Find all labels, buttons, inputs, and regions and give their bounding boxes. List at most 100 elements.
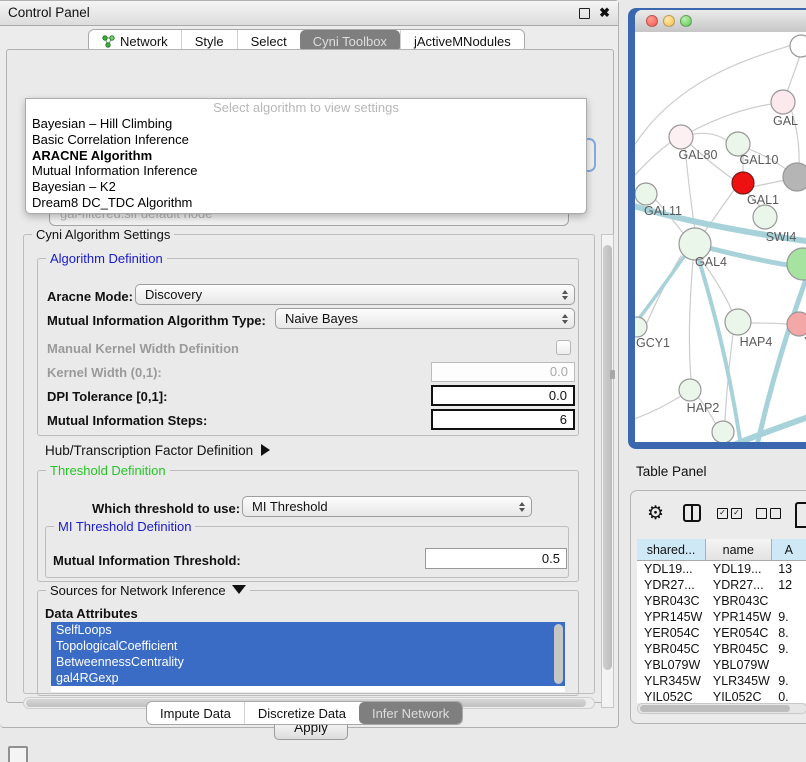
hub-definition-toggle[interactable]: Hub/Transcription Factor Definition	[45, 443, 270, 458]
table-panel-title: Table Panel	[636, 464, 707, 479]
bottom-tab-discretize-data[interactable]: Discretize Data	[244, 702, 359, 724]
algorithm-option[interactable]: Basic Correlation Inference	[30, 132, 582, 148]
table-row[interactable]: YPR145WYPR145W9.	[637, 609, 806, 625]
table-row[interactable]: YDR27...YDR27...12	[637, 577, 806, 593]
manual-kernel-checkbox[interactable]	[556, 340, 571, 355]
cyni-toolbox-panel: gal-filtered.sif default node Select alg…	[6, 49, 614, 703]
table-row[interactable]: YDL19...YDL19...13	[637, 561, 806, 577]
control-panel-window: Control Panel ✖ NetworkStyleSelectCyni T…	[0, 0, 619, 728]
attribute-list-item[interactable]: TopologicalCoefficient	[51, 638, 565, 654]
select-all-icon[interactable]: ✓ ✓	[717, 508, 742, 519]
close-icon[interactable]: ✖	[599, 4, 610, 22]
table-row[interactable]: YBL079WYBL079W	[637, 657, 806, 673]
control-panel-titlebar: Control Panel ✖	[0, 1, 618, 26]
mac-close-icon[interactable]	[646, 15, 658, 27]
mi-threshold-field[interactable]: 0.5	[425, 548, 567, 569]
algorithm-option[interactable]: Bayesian – Hill Climbing	[30, 116, 582, 132]
network-canvas[interactable]: GALGAL80GAL10GAL1GAL11SWI4GAL4GCY1HAP4YH…	[635, 32, 806, 442]
network-edge[interactable]	[635, 142, 671, 182]
network-node[interactable]	[712, 421, 734, 442]
network-node-gal11[interactable]	[635, 183, 657, 205]
attribute-list-item[interactable]: SelfLoops	[51, 622, 565, 638]
network-window-titlebar[interactable]	[635, 10, 806, 33]
network-edge[interactable]	[689, 260, 693, 379]
cyni-algorithm-settings-title: Cyni Algorithm Settings	[32, 227, 174, 242]
mac-zoom-icon[interactable]	[680, 15, 692, 27]
network-edge[interactable]	[681, 104, 772, 137]
table-header-row: shared...nameA	[637, 539, 806, 561]
mac-minimize-icon[interactable]	[663, 15, 675, 27]
network-node-label: GAL	[773, 114, 798, 128]
tab-label: Select	[251, 34, 287, 49]
network-edge-thick[interactable]	[731, 416, 806, 442]
bottom-tab-label: Infer Network	[372, 706, 449, 721]
network-node-gal[interactable]	[771, 90, 795, 114]
float-window-icon[interactable]	[579, 8, 590, 19]
network-graph[interactable]: GALGAL80GAL10GAL1GAL11SWI4GAL4GCY1HAP4YH…	[635, 32, 806, 442]
attribute-list-item[interactable]: gal4RGexp	[51, 670, 565, 686]
deselect-all-icon[interactable]	[756, 508, 781, 519]
network-node[interactable]	[787, 248, 806, 280]
mi-type-value: Naive Bayes	[285, 311, 358, 326]
sources-title[interactable]: Sources for Network Inference	[46, 583, 250, 598]
table-cell: 9.	[771, 673, 806, 689]
algorithm-option[interactable]: ARACNE Algorithm	[30, 148, 582, 164]
network-node-gcy1[interactable]	[635, 317, 647, 337]
network-node-label: GCY1	[636, 336, 670, 350]
which-threshold-combo[interactable]: MI Threshold	[242, 496, 532, 517]
network-edge[interactable]	[635, 396, 681, 420]
network-node-hap2[interactable]	[679, 379, 701, 401]
combo-spinner-icon	[519, 497, 525, 516]
combo-spinner-icon	[562, 285, 568, 304]
table-column-header[interactable]: shared...	[637, 539, 706, 561]
network-node-label: GAL10	[740, 153, 779, 167]
table-row[interactable]: YER054CYER054C8.	[637, 625, 806, 641]
table-column-header[interactable]: A	[772, 539, 806, 561]
table-row[interactable]: YIL052CYIL052C0.	[637, 689, 806, 703]
dpi-tolerance-field[interactable]: 0.0	[431, 385, 575, 406]
bottom-tab-impute-data[interactable]: Impute Data	[147, 702, 244, 724]
table-cell: YDL19...	[637, 561, 706, 577]
network-node[interactable]	[790, 35, 806, 57]
split-pane-icon[interactable]	[683, 504, 701, 522]
network-node-hap4[interactable]	[725, 309, 751, 335]
network-node-y[interactable]	[787, 312, 806, 336]
network-window: GALGAL80GAL10GAL1GAL11SWI4GAL4GCY1HAP4YH…	[635, 10, 806, 442]
network-node-swi4[interactable]	[753, 205, 777, 229]
bottom-tab-infer-network[interactable]: Infer Network	[359, 702, 462, 724]
network-edge[interactable]	[752, 180, 786, 187]
network-icon	[102, 35, 115, 48]
network-node-gal80[interactable]	[669, 125, 693, 149]
algorithm-option[interactable]: Bayesian – K2	[30, 179, 582, 195]
table-horizontal-scrollbar-thumb[interactable]	[640, 705, 790, 712]
bottom-tab-label: Impute Data	[160, 706, 231, 721]
aracne-mode-combo[interactable]: Discovery	[135, 284, 575, 305]
table-cell: 8.	[771, 625, 806, 641]
mi-steps-field[interactable]: 6	[431, 409, 575, 430]
network-edge[interactable]	[635, 44, 795, 152]
table-horizontal-scrollbar[interactable]	[637, 703, 806, 714]
panel-divider-grip[interactable]	[610, 370, 615, 379]
table-mode-icon[interactable]	[795, 502, 806, 528]
network-node[interactable]	[783, 163, 806, 191]
table-column-header[interactable]: name	[706, 539, 772, 561]
attribute-list-item[interactable]: BetweennessCentrality	[51, 654, 565, 670]
table-row[interactable]: YBR043CYBR043C	[637, 593, 806, 609]
table-cell: YDL19...	[706, 561, 771, 577]
settings-vertical-scrollbar-thumb[interactable]	[603, 245, 612, 670]
kernel-width-field[interactable]: 0.0	[431, 362, 575, 382]
mi-type-combo[interactable]: Naive Bayes	[275, 308, 575, 329]
algorithm-option[interactable]: Dream8 DC_TDC Algorithm	[30, 195, 582, 211]
table-row[interactable]: YLR345WYLR345W9.	[637, 673, 806, 689]
network-edge[interactable]	[751, 323, 787, 324]
restore-panel-icon[interactable]	[8, 746, 28, 762]
settings-vertical-scrollbar[interactable]	[601, 234, 614, 708]
table-row[interactable]: YBR045CYBR045C9.	[637, 641, 806, 657]
control-panel-title: Control Panel	[8, 5, 90, 20]
gear-icon[interactable]: ⚙	[647, 502, 664, 525]
network-node-gal1[interactable]	[732, 172, 754, 194]
attribute-list-scrollbar[interactable]	[554, 624, 563, 684]
algorithm-option[interactable]: Mutual Information Inference	[30, 163, 582, 179]
network-node-label: GAL1	[747, 193, 779, 207]
network-edge[interactable]	[787, 56, 800, 92]
